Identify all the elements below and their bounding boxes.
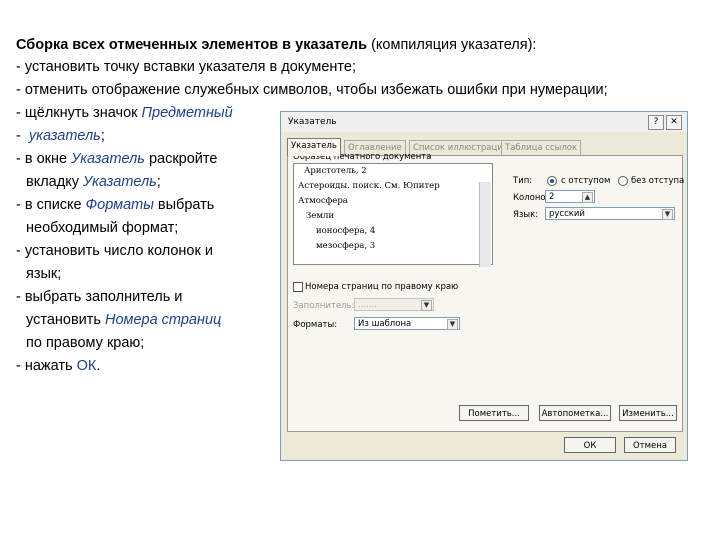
step-filler-cont2: по правому краю; [26,335,145,351]
mark-entry-button[interactable]: Пометить... [459,405,529,421]
radio-indented-label: с отступом [561,176,611,186]
step-insertion-point: - установить точку вставки указателя в д… [16,59,356,75]
index-dialog: Указатель ? ✕ Указатель Оглавление Списо… [280,111,688,461]
dialog-titlebar: Указатель ? ✕ [281,112,687,132]
type-label: Тип: [513,176,533,186]
formats-select[interactable]: Из шаблона ▼ [354,317,460,330]
right-align-label: Номера страниц по правому краю [305,282,459,292]
formats-label: Форматы: [293,320,338,330]
step-columns: - установить число колонок и [16,243,213,259]
step-ok: - нажать ОК. [16,358,101,374]
preview-scrollbar[interactable] [479,182,491,267]
ok-button[interactable]: ОК [564,437,616,453]
print-preview: Аристотель, 2 Астероиды. поиск. См. Юпит… [293,163,493,265]
automark-button[interactable]: Автопометка... [539,405,611,421]
instructions-heading: Сборка всех отмеченных элементов в указа… [16,37,537,53]
dialog-title: Указатель [288,117,337,127]
filler-select[interactable]: ....... ▼ [354,298,434,311]
language-label: Язык: [513,210,539,220]
modify-button[interactable]: Изменить... [619,405,677,421]
preview-line: Астероиды. поиск. См. Юпитер [298,181,440,191]
preview-line: Земли [306,211,335,221]
chevron-down-icon[interactable]: ▼ [447,319,458,330]
step-filler-cont: установить Номера страниц [26,312,222,328]
right-align-checkbox[interactable] [293,282,303,292]
step-columns-cont: язык; [26,266,62,282]
preview-line: Атмосфера [298,196,348,206]
step-tab: вкладку Указатель; [26,174,161,190]
step-filler: - выбрать заполнитель и [16,289,183,305]
columns-spinner[interactable]: 2 ▲ [545,190,595,203]
tab-index[interactable]: Указатель [287,138,341,156]
spinner-arrows-icon[interactable]: ▲ [582,192,593,203]
chevron-down-icon[interactable]: ▼ [662,209,673,220]
radio-indented[interactable] [547,176,557,186]
cancel-button[interactable]: Отмена [624,437,676,453]
preview-line: ионосфера, 4 [316,226,376,236]
step-click-icon-cont: - указатель; [16,128,105,144]
step-formats-cont: необходимый формат; [26,220,179,236]
step-hide-symbols: - отменить отображение служебных символо… [16,82,608,98]
chevron-down-icon[interactable]: ▼ [421,300,432,311]
preview-line: мезосфера, 3 [316,241,376,251]
step-click-icon: - щёлкнуть значок Предметный [16,105,233,121]
filler-label: Заполнитель: [293,301,355,311]
preview-line: Аристотель, 2 [304,166,367,176]
help-button[interactable]: ? [648,115,664,130]
language-select[interactable]: русский ▼ [545,207,675,220]
step-formats: - в списке Форматы выбрать [16,197,215,213]
tab-authorities[interactable]: Таблица ссылок [501,140,582,155]
radio-run-in-label: без отступа [631,176,685,186]
step-window: - в окне Указатель раскройте [16,151,218,167]
close-button[interactable]: ✕ [666,115,682,130]
radio-run-in[interactable] [618,176,628,186]
